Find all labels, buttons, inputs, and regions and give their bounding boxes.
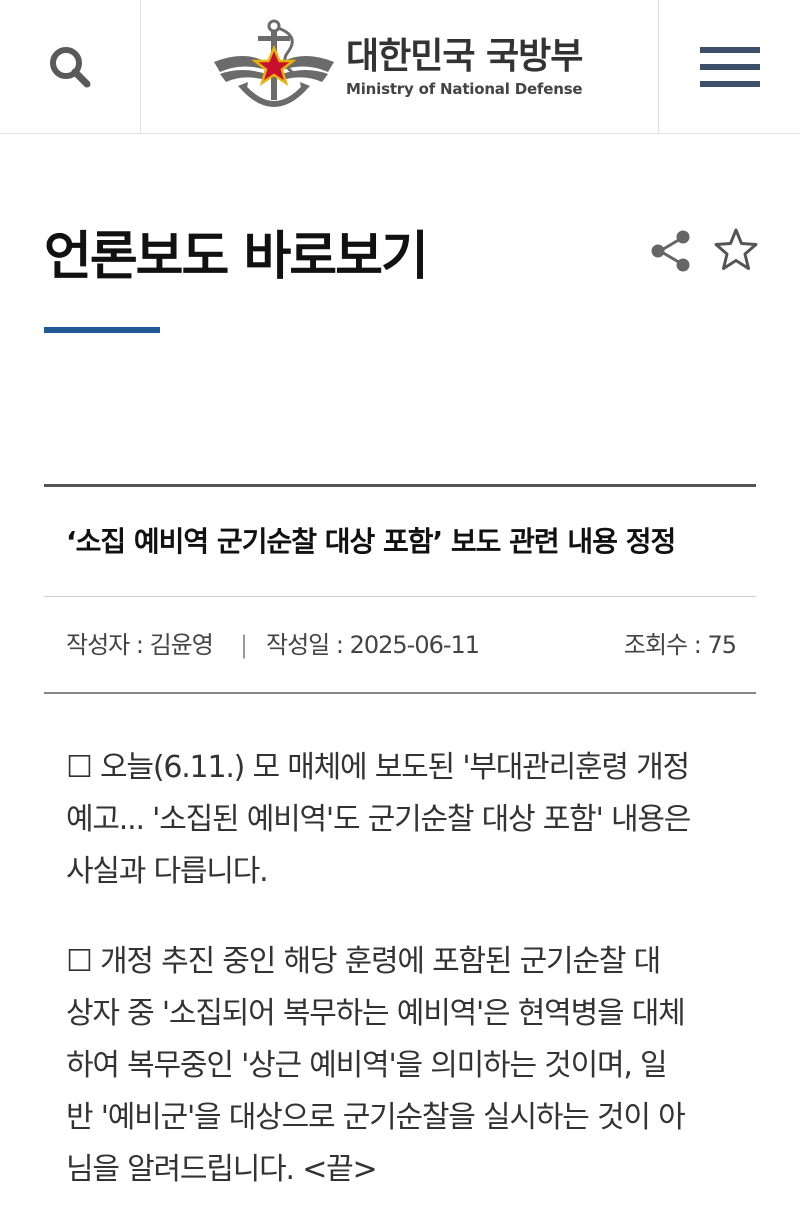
article-paragraph: ☐ 오늘(6.11.) 모 매체에 보도된 '부대관리훈령 개정 예고... '… bbox=[66, 750, 691, 889]
ministry-logo-home-link[interactable]: 대한민국 국방부 Ministry of National Defense bbox=[210, 16, 600, 120]
meta-divider bbox=[44, 692, 756, 694]
article-paragraph: ☐ 개정 추진 중인 해당 훈령에 포함된 군기순찰 대 상자 중 '소집되어 … bbox=[66, 944, 686, 1187]
meta-separator: | bbox=[240, 631, 248, 659]
search-icon bbox=[50, 46, 91, 87]
article-date: 작성일 : 2025-06-11 bbox=[266, 631, 480, 659]
hamburger-menu-icon bbox=[699, 46, 760, 87]
title-divider bbox=[44, 596, 756, 597]
title-accent-underline bbox=[44, 327, 160, 333]
article-view-count: 조회수 : 75 bbox=[623, 631, 737, 659]
article-top-divider bbox=[44, 484, 756, 487]
ministry-emblem-icon bbox=[214, 19, 334, 107]
menu-button[interactable] bbox=[658, 0, 800, 133]
star-icon bbox=[714, 228, 758, 270]
article-author: 작성자 : 김윤영 bbox=[66, 631, 214, 659]
article-title: ‘소집 예비역 군기순찰 대상 포함’ 보도 관련 내용 정정 bbox=[66, 525, 676, 558]
share-button[interactable] bbox=[648, 228, 694, 274]
article-meta: 작성자 : 김윤영 | 작성일 : 2025-06-11 조회수 : 75 bbox=[66, 620, 737, 670]
logo-text-block: 대한민국 국방부 Ministry of National Defense bbox=[346, 36, 583, 100]
favorite-button[interactable] bbox=[712, 226, 760, 274]
search-button[interactable] bbox=[0, 0, 141, 133]
logo-korean-name: 대한민국 국방부 bbox=[346, 36, 583, 77]
page-title: 언론보도 바로보기 bbox=[44, 227, 429, 287]
share-icon bbox=[651, 230, 690, 272]
top-navigation-bar: 대한민국 국방부 Ministry of National Defense bbox=[0, 0, 800, 134]
article-body: ☐ 오늘(6.11.) 모 매체에 보도된 '부대관리훈령 개정 예고... '… bbox=[66, 742, 746, 1224]
logo-english-name: Ministry of National Defense bbox=[346, 80, 583, 98]
